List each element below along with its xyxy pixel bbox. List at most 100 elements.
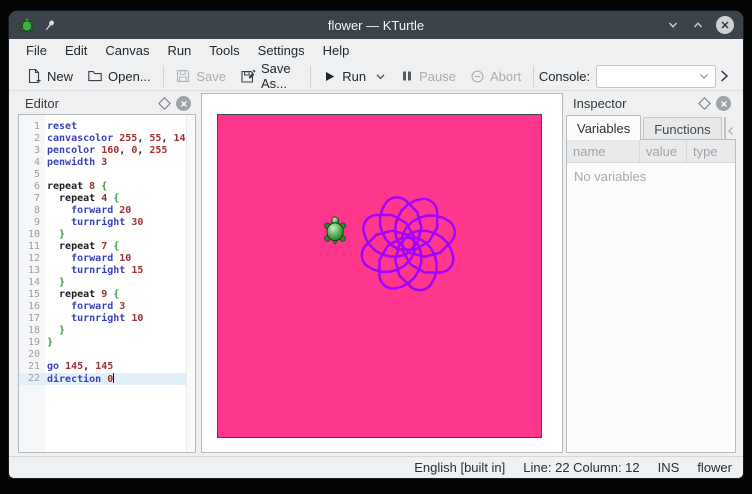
menu-item-edit[interactable]: Edit bbox=[56, 40, 96, 61]
column-header-type[interactable]: type bbox=[687, 140, 735, 162]
abort-circle-minus-icon bbox=[470, 69, 485, 84]
abort-button-label: Abort bbox=[490, 69, 521, 84]
tab-scroll-right-icon[interactable] bbox=[740, 126, 743, 136]
run-button-label: Run bbox=[342, 69, 366, 84]
inspector-dock: Inspector VariablesFunctions bbox=[565, 93, 737, 453]
code-line-22[interactable]: 22direction 0 bbox=[19, 373, 195, 385]
turtle-canvas[interactable] bbox=[217, 114, 542, 438]
pause-icon bbox=[400, 69, 414, 83]
code-text: } bbox=[45, 337, 53, 349]
code-text: } bbox=[45, 277, 65, 289]
line-number: 4 bbox=[19, 157, 45, 169]
code-line-5[interactable]: 5 bbox=[19, 169, 195, 181]
code-line-16[interactable]: 16 forward 3 bbox=[19, 301, 195, 313]
toolbar-extension-button[interactable] bbox=[716, 68, 732, 84]
line-number: 12 bbox=[19, 253, 45, 265]
code-text: } bbox=[45, 325, 65, 337]
status-cursor-position[interactable]: Line: 22 Column: 12 bbox=[523, 460, 639, 475]
close-dock-icon[interactable] bbox=[176, 96, 191, 111]
tab-functions[interactable]: Functions bbox=[643, 117, 721, 140]
code-line-18[interactable]: 18 } bbox=[19, 325, 195, 337]
code-line-8[interactable]: 8 forward 20 bbox=[19, 205, 195, 217]
code-line-12[interactable]: 12 forward 10 bbox=[19, 253, 195, 265]
column-header-name[interactable]: name bbox=[567, 140, 640, 162]
float-dock-icon[interactable] bbox=[158, 97, 171, 110]
new-button[interactable]: New bbox=[19, 65, 80, 87]
code-text: repeat 7 { bbox=[45, 241, 119, 253]
close-button[interactable] bbox=[716, 16, 734, 34]
code-text: turnright 30 bbox=[45, 217, 143, 229]
code-line-7[interactable]: 7 repeat 4 { bbox=[19, 193, 195, 205]
line-number: 7 bbox=[19, 193, 45, 205]
editor-dock: Editor 1reset2canvascolor 255, 55, 1403p… bbox=[17, 93, 197, 453]
code-line-13[interactable]: 13 turnright 15 bbox=[19, 265, 195, 277]
code-line-4[interactable]: 4penwidth 3 bbox=[19, 157, 195, 169]
pause-button[interactable]: Pause bbox=[393, 66, 463, 87]
code-line-1[interactable]: 1reset bbox=[19, 121, 195, 133]
console-input[interactable] bbox=[596, 65, 716, 88]
new-button-label: New bbox=[47, 69, 73, 84]
line-number: 16 bbox=[19, 301, 45, 313]
line-number: 2 bbox=[19, 133, 45, 145]
save-as-button[interactable]: Save As... bbox=[233, 58, 305, 94]
line-number: 9 bbox=[19, 217, 45, 229]
menu-item-file[interactable]: File bbox=[17, 40, 56, 61]
pin-icon[interactable] bbox=[44, 19, 56, 32]
line-number: 21 bbox=[19, 361, 45, 373]
code-line-6[interactable]: 6repeat 8 { bbox=[19, 181, 195, 193]
code-line-11[interactable]: 11 repeat 7 { bbox=[19, 241, 195, 253]
float-dock-icon[interactable] bbox=[698, 97, 711, 110]
menu-item-help[interactable]: Help bbox=[314, 40, 359, 61]
editor-dock-titlebar[interactable]: Editor bbox=[17, 93, 197, 114]
inspector-dock-titlebar[interactable]: Inspector bbox=[565, 93, 737, 114]
line-number: 22 bbox=[19, 373, 45, 385]
combo-chevron-down-icon bbox=[698, 70, 710, 82]
code-editor[interactable]: 1reset2canvascolor 255, 55, 1403pencolor… bbox=[18, 114, 196, 453]
code-line-2[interactable]: 2canvascolor 255, 55, 140 bbox=[19, 133, 195, 145]
run-button[interactable]: Run bbox=[315, 66, 393, 87]
save-as-floppy-pencil-icon bbox=[240, 68, 256, 84]
status-filename[interactable]: flower bbox=[697, 460, 732, 475]
code-line-19[interactable]: 19} bbox=[19, 337, 195, 349]
menu-item-run[interactable]: Run bbox=[158, 40, 200, 61]
code-text: repeat 9 { bbox=[45, 289, 119, 301]
new-document-icon bbox=[26, 68, 42, 84]
toolbar-separator bbox=[533, 66, 534, 87]
code-line-3[interactable]: 3pencolor 160, 0, 255 bbox=[19, 145, 195, 157]
code-line-20[interactable]: 20 bbox=[19, 349, 195, 361]
open-folder-icon bbox=[87, 68, 103, 84]
save-button[interactable]: Save bbox=[168, 65, 233, 87]
toolbar-separator bbox=[310, 66, 311, 87]
code-line-21[interactable]: 21go 145, 145 bbox=[19, 361, 195, 373]
code-line-15[interactable]: 15 repeat 9 { bbox=[19, 289, 195, 301]
turtle-app-icon bbox=[19, 17, 35, 33]
statusbar: English [built in] Line: 22 Column: 12 INS… bbox=[9, 456, 743, 478]
close-dock-icon[interactable] bbox=[716, 96, 731, 111]
code-text: pencolor 160, 0, 255 bbox=[45, 145, 167, 157]
save-button-label: Save bbox=[196, 69, 226, 84]
tab-variables[interactable]: Variables bbox=[566, 115, 641, 140]
line-number: 3 bbox=[19, 145, 45, 157]
titlebar[interactable]: flower — KTurtle bbox=[9, 11, 743, 39]
maximize-button[interactable] bbox=[691, 18, 705, 32]
code-line-17[interactable]: 17 turnright 10 bbox=[19, 313, 195, 325]
code-line-9[interactable]: 9 turnright 30 bbox=[19, 217, 195, 229]
status-language[interactable]: English [built in] bbox=[414, 460, 505, 475]
line-number: 17 bbox=[19, 313, 45, 325]
run-dropdown-chevron-icon[interactable] bbox=[375, 71, 386, 82]
editor-scrollbar[interactable] bbox=[186, 115, 195, 452]
code-line-14[interactable]: 14 } bbox=[19, 277, 195, 289]
open-button[interactable]: Open... bbox=[80, 65, 158, 87]
toolbar-separator bbox=[163, 66, 164, 87]
tab-scroll-left-icon[interactable] bbox=[726, 126, 736, 136]
code-line-10[interactable]: 10 } bbox=[19, 229, 195, 241]
column-header-value[interactable]: value bbox=[640, 140, 687, 162]
minimize-button[interactable] bbox=[666, 18, 680, 32]
line-number: 19 bbox=[19, 337, 45, 349]
code-text: penwidth 3 bbox=[45, 157, 107, 169]
code-text: go 145, 145 bbox=[45, 361, 113, 373]
status-insert-mode[interactable]: INS bbox=[658, 460, 680, 475]
abort-button[interactable]: Abort bbox=[463, 66, 528, 87]
menu-item-canvas[interactable]: Canvas bbox=[96, 40, 158, 61]
code-text: repeat 8 { bbox=[45, 181, 107, 193]
